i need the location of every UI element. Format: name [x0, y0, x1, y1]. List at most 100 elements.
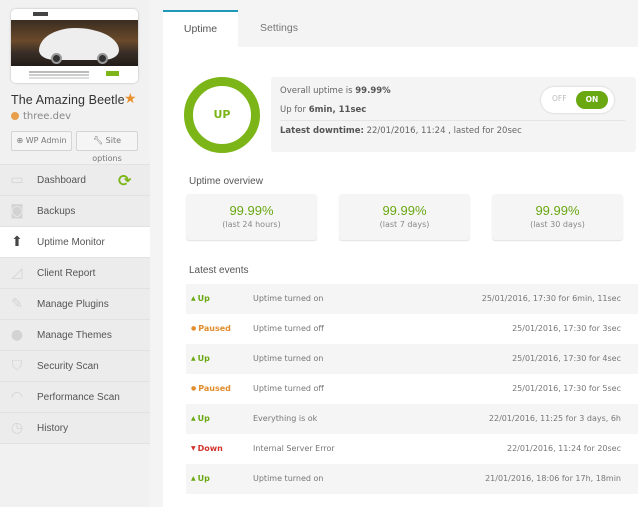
event-status-label: Paused	[198, 384, 231, 393]
status-paused-icon: ●	[191, 385, 197, 392]
tab-uptime[interactable]: Uptime	[163, 10, 238, 47]
overview-period: (last 24 hours)	[222, 220, 281, 229]
main-panel: Uptime Settings UP Overall uptime is 99.…	[163, 0, 638, 507]
event-row: ● Paused Uptime turned off 25/01/2016, 17:3…	[186, 374, 638, 404]
event-status: ▼ Down	[191, 444, 223, 453]
event-status-label: Up	[197, 414, 210, 423]
toggle-on-label[interactable]: ON	[576, 91, 608, 109]
wp-admin-button[interactable]: ⊕ WP Admin	[11, 131, 72, 151]
sidebar-item-security-scan[interactable]: ⛉ Security Scan	[0, 350, 150, 381]
sidebar-item-manage-themes[interactable]: ● Manage Themes	[0, 319, 150, 350]
divider	[280, 120, 625, 121]
overall-uptime-value: 99.99%	[355, 86, 391, 96]
wp-admin-label: WP Admin	[25, 136, 67, 145]
event-message: Uptime turned on	[253, 294, 324, 303]
sidebar-gutter	[150, 0, 163, 507]
sidebar-item-history[interactable]: ◷ History	[0, 412, 150, 443]
tab-bar: Uptime Settings	[163, 0, 638, 47]
site-name: The Amazing Beetle	[11, 93, 125, 107]
sidebar-item-client-report[interactable]: ◿ Client Report	[0, 257, 150, 288]
event-row: ▲ Up Uptime turned on 25/01/2016, 17:30 for…	[186, 344, 638, 374]
site-url-text: three.dev	[23, 111, 72, 122]
chart-icon: ◿	[11, 265, 23, 281]
tab-settings[interactable]: Settings	[238, 10, 320, 47]
latest-downtime: Latest downtime: 22/01/2016, 11:24 , las…	[280, 126, 522, 136]
overall-uptime: Overall uptime is 99.99%	[280, 86, 391, 96]
sidebar-item-label: Uptime Monitor	[37, 236, 105, 248]
status-dot-icon	[11, 112, 19, 120]
status-info-panel: Overall uptime is 99.99% Up for 6min, 11…	[271, 77, 636, 152]
wordpress-icon: ⊕	[16, 136, 24, 145]
event-row: ● Paused Uptime turned off 25/01/2016, 17:3…	[186, 314, 638, 344]
event-message: Uptime turned off	[253, 384, 324, 393]
event-status: ● Paused	[191, 324, 231, 333]
sidebar-item-label: Client Report	[37, 267, 96, 279]
status-up-icon: ▲	[191, 415, 196, 422]
event-time: 25/01/2016, 17:30 for 4sec	[512, 354, 621, 363]
status-up-icon: ▲	[191, 355, 196, 362]
event-message: Uptime turned off	[253, 324, 324, 333]
event-status-label: Down	[197, 444, 223, 453]
sidebar-item-label: Manage Plugins	[37, 298, 109, 310]
sidebar-item-label: Security Scan	[37, 360, 99, 372]
status-up-icon: ▲	[191, 295, 196, 302]
event-status: ● Paused	[191, 384, 231, 393]
sidebar-item-label: Performance Scan	[37, 391, 120, 403]
sidebar-item-uptime-monitor[interactable]: ⬆ Uptime Monitor	[0, 226, 150, 257]
gauge-icon: ◠	[10, 389, 24, 405]
palette-icon: ●	[10, 327, 24, 343]
overview-card-30d: 99.99% (last 30 days)	[492, 194, 623, 240]
sidebar-item-label: Manage Themes	[37, 329, 112, 341]
wrench-icon: 🔧︎	[92, 136, 104, 145]
plug-icon: ✎	[11, 296, 23, 312]
event-time: 21/01/2016, 18:06 for 17h, 18min	[485, 474, 621, 483]
events-list: ▲ Up Uptime turned on 25/01/2016, 17:30 for…	[186, 284, 638, 494]
sidebar-nav: ▭ Dashboard ⟳ ◙ Backups ⬆ Uptime Monitor…	[0, 164, 150, 444]
site-options-button[interactable]: 🔧︎ Site options	[76, 131, 138, 163]
overview-value: 99.99%	[535, 203, 580, 218]
overview-period: (last 7 days)	[379, 220, 430, 229]
star-icon[interactable]: ★	[124, 91, 137, 107]
event-status-label: Up	[197, 474, 210, 483]
event-time: 22/01/2016, 11:25 for 3 days, 6h	[488, 414, 621, 423]
app: The Amazing Beetle ★ three.dev ⊕ WP Admi…	[0, 0, 638, 507]
sidebar-item-label: Backups	[37, 205, 76, 217]
monitor-icon: ▭	[10, 172, 24, 188]
site-url[interactable]: three.dev	[11, 111, 71, 122]
event-time: 22/01/2016, 11:24 for 20sec	[506, 444, 621, 453]
up-for-value: 6min, 11sec	[308, 105, 367, 115]
event-status-label: Up	[197, 294, 210, 303]
up-for: Up for 6min, 11sec	[280, 105, 367, 115]
sidebar-item-label: Dashboard	[37, 174, 86, 186]
overview-value: 99.99%	[382, 203, 427, 218]
event-status: ▲ Up	[191, 354, 210, 363]
event-status: ▲ Up	[191, 474, 210, 483]
overview-card-24h: 99.99% (last 24 hours)	[186, 194, 317, 240]
event-status-label: Paused	[198, 324, 231, 333]
overview-period: (last 30 days)	[530, 220, 585, 229]
shield-icon: ⛉	[11, 358, 23, 374]
event-time: 25/01/2016, 17:30 for 5sec	[512, 384, 621, 393]
overview-card-7d: 99.99% (last 7 days)	[339, 194, 470, 240]
latest-downtime-label: Latest downtime:	[280, 126, 364, 136]
sync-icon[interactable]: ⟳	[118, 171, 131, 190]
status-ring: UP	[184, 77, 260, 153]
sidebar-item-backups[interactable]: ◙ Backups	[0, 195, 150, 226]
event-row: ▲ Up Everything is ok 22/01/2016, 11:25 for…	[186, 404, 638, 434]
site-thumbnail[interactable]	[11, 9, 138, 83]
sidebar-item-dashboard[interactable]: ▭ Dashboard ⟳	[0, 164, 150, 195]
sidebar-item-manage-plugins[interactable]: ✎ Manage Plugins	[0, 288, 150, 319]
status-down-icon: ▼	[191, 445, 196, 452]
uptime-toggle[interactable]: OFF ON	[541, 87, 614, 113]
sidebar-item-label: History	[37, 422, 69, 434]
arrow-up-icon: ⬆	[11, 234, 23, 250]
toggle-off-label[interactable]: OFF	[552, 94, 567, 103]
overview-value: 99.99%	[229, 203, 274, 218]
event-time: 25/01/2016, 17:30 for 3sec	[512, 324, 621, 333]
uptime-overview-title: Uptime overview	[189, 176, 263, 187]
event-status: ▲ Up	[191, 414, 210, 423]
event-status: ▲ Up	[191, 294, 210, 303]
sidebar-item-performance-scan[interactable]: ◠ Performance Scan	[0, 381, 150, 412]
status-ring-label: UP	[213, 108, 231, 121]
event-row: ▲ Up Uptime turned on 21/01/2016, 18:06 for…	[186, 464, 638, 494]
